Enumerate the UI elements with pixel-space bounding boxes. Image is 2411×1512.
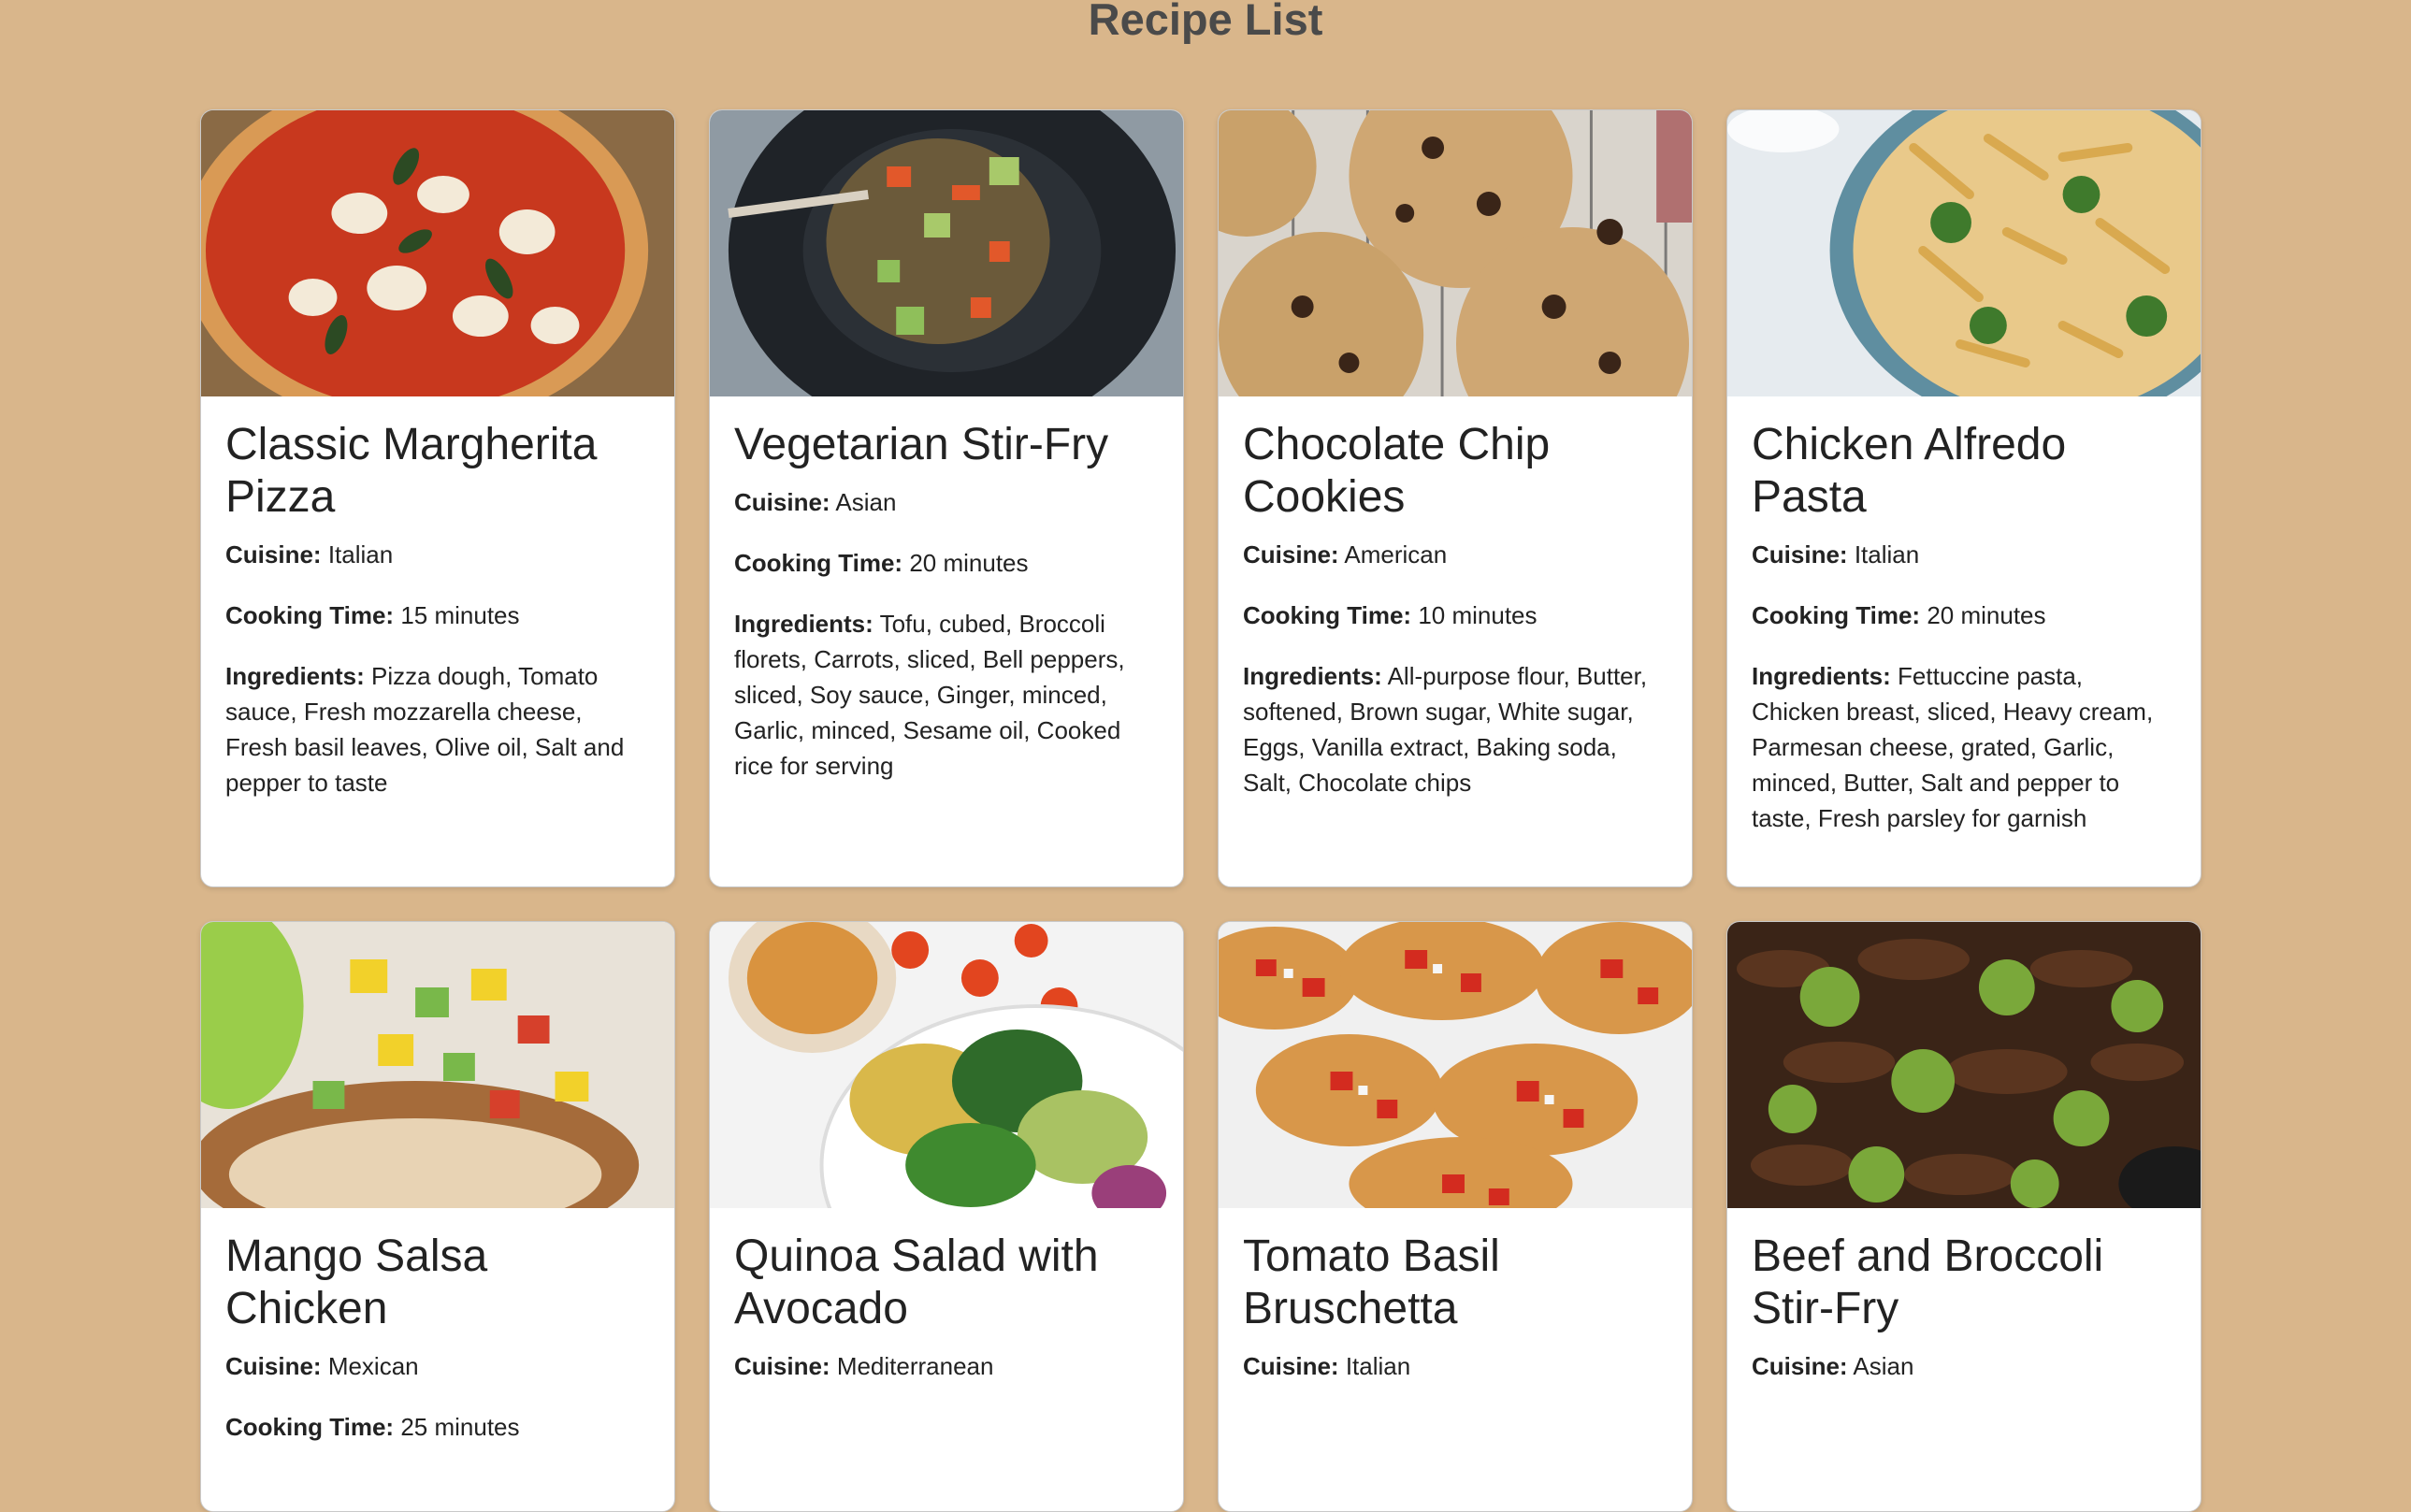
recipe-title: Beef and Broccoli Stir-Fry xyxy=(1752,1231,2104,1333)
pizza-photo xyxy=(201,110,674,396)
cooking-time-field: Cooking Time: 25 minutes xyxy=(225,1413,520,1441)
page-title: Recipe List xyxy=(1088,0,1323,44)
recipe-card[interactable]: Tomato Basil Bruschetta Cuisine: Italian xyxy=(1218,921,1693,1512)
cooking-time-field: Cooking Time: 20 minutes xyxy=(1752,601,2046,629)
recipe-card[interactable]: Beef and Broccoli Stir-Fry Cuisine: Asia… xyxy=(1726,921,2202,1512)
cuisine-field: Cuisine: Asian xyxy=(734,488,897,516)
recipe-grid: Classic Margherita Pizza Cuisine: Italia… xyxy=(200,109,2202,1512)
cooking-time-field: Cooking Time: 15 minutes xyxy=(225,601,520,629)
recipe-card[interactable]: Classic Margherita Pizza Cuisine: Italia… xyxy=(200,109,675,887)
cuisine-field: Cuisine: Italian xyxy=(225,540,394,569)
quinoa-salad-photo xyxy=(710,922,1183,1208)
ingredients-field: Ingredients: All-purpose flour, Butter, … xyxy=(1243,662,1648,797)
cuisine-field: Cuisine: Asian xyxy=(1752,1352,1914,1380)
recipe-card[interactable]: Chicken Alfredo Pasta Cuisine: Italian C… xyxy=(1726,109,2202,887)
stir-fry-photo xyxy=(710,110,1183,396)
recipe-title: Vegetarian Stir-Fry xyxy=(734,420,1109,469)
ingredients-field: Ingredients: Pizza dough, Tomato sauce, … xyxy=(225,662,625,797)
recipe-card[interactable]: Vegetarian Stir-Fry Cuisine: Asian Cooki… xyxy=(709,109,1184,887)
cooking-time-field: Cooking Time: 20 minutes xyxy=(734,549,1029,577)
recipe-card[interactable]: Chocolate Chip Cookies Cuisine: American… xyxy=(1218,109,1693,887)
cuisine-field: Cuisine: Mediterranean xyxy=(734,1352,994,1380)
pasta-photo xyxy=(1727,110,2201,396)
recipe-card[interactable]: Quinoa Salad with Avocado Cuisine: Medit… xyxy=(709,921,1184,1512)
beef-broccoli-photo xyxy=(1727,922,2201,1208)
cuisine-field: Cuisine: Italian xyxy=(1243,1352,1411,1380)
ingredients-field: Ingredients: Tofu, cubed, Broccoli flore… xyxy=(734,610,1125,780)
recipe-title: Chocolate Chip Cookies xyxy=(1243,420,1551,522)
cookies-photo xyxy=(1219,110,1692,396)
mango-chicken-photo xyxy=(201,922,674,1208)
cooking-time-field: Cooking Time: 10 minutes xyxy=(1243,601,1538,629)
recipe-title: Tomato Basil Bruschetta xyxy=(1243,1231,1500,1333)
bruschetta-photo xyxy=(1219,922,1692,1208)
cuisine-field: Cuisine: Italian xyxy=(1752,540,1920,569)
recipe-title: Classic Margherita Pizza xyxy=(225,420,598,522)
cuisine-field: Cuisine: Mexican xyxy=(225,1352,419,1380)
recipe-title: Quinoa Salad with Avocado xyxy=(734,1231,1099,1333)
recipe-title: Chicken Alfredo Pasta xyxy=(1752,420,2067,522)
recipe-title: Mango Salsa Chicken xyxy=(225,1231,488,1333)
ingredients-field: Ingredients: Fettuccine pasta, Chicken b… xyxy=(1752,662,2154,832)
cuisine-field: Cuisine: American xyxy=(1243,540,1448,569)
recipe-card[interactable]: Mango Salsa Chicken Cuisine: Mexican Coo… xyxy=(200,921,675,1512)
